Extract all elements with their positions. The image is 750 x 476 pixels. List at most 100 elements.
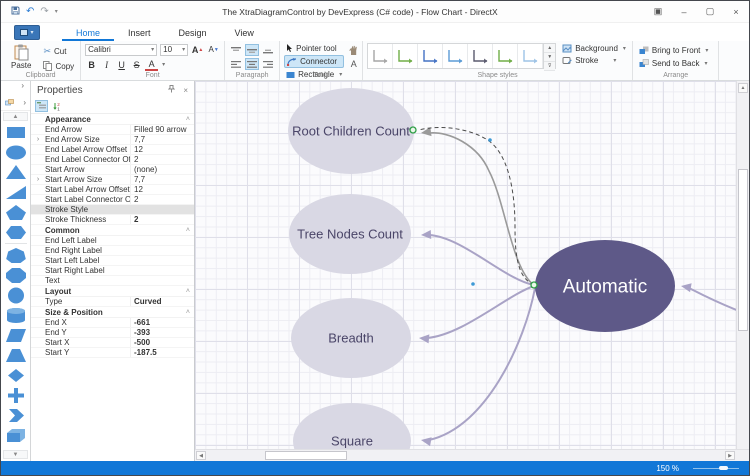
property-value[interactable]: 2 [130,195,194,204]
send-to-back-button[interactable]: Send to Back ▾ [637,58,710,69]
property-value[interactable]: 12 [130,185,194,194]
property-value[interactable]: 7,7 [130,135,194,144]
property-row[interactable]: End X -661 [31,318,194,328]
property-category[interactable]: Appearance ˄ [31,114,194,125]
property-row[interactable]: End Label Arrow Offset 12 [31,145,194,155]
shape-style-item-0[interactable] [368,44,394,68]
connector-automatic-to-square[interactable] [428,287,536,441]
connector-endpoint-handle[interactable] [409,126,417,134]
scroll-up-arrow[interactable]: ▲ [738,83,748,93]
grow-font-button[interactable]: A ▲ [191,43,204,56]
property-category[interactable]: Layout ˄ [31,286,194,297]
property-row[interactable]: Type Curved [31,297,194,307]
shape-style-item-1[interactable] [393,44,419,68]
stroke-button[interactable]: Stroke ▾ [560,55,628,66]
shape-style-item-4[interactable] [468,44,494,68]
property-value[interactable]: -393 [130,328,194,337]
property-row[interactable]: Start Label Connector Offset2 [31,195,194,205]
toolbox-shape-heptagon[interactable] [4,245,28,265]
shape-style-item-5[interactable] [493,44,519,68]
qat-more-icon[interactable]: ▾ [55,7,58,17]
bold-button[interactable]: B [85,58,98,71]
vertical-scroll-thumb[interactable] [738,169,748,331]
undo-icon[interactable]: ↶ [26,6,34,17]
align-right-button[interactable] [261,58,275,70]
toolbox-shape-cube[interactable] [4,425,28,445]
toolbox-shape-cross[interactable] [4,385,28,405]
toolbox-shape-trapezoid[interactable] [4,345,28,365]
collapse-icon[interactable]: ˄ [186,227,190,234]
property-row[interactable]: End Arrow Filled 90 arrow [31,125,194,135]
toolbox-shape-pentagon[interactable] [4,202,28,222]
property-value[interactable]: Filled 90 arrow [130,125,194,134]
property-value[interactable]: -500 [130,338,194,347]
ribbon-options-icon[interactable]: ▣ [645,6,671,17]
property-value[interactable]: 2 [130,215,194,224]
tab-design[interactable]: Design [165,26,221,41]
scroll-left-arrow[interactable]: ◀ [196,451,206,460]
align-top-button[interactable] [229,44,243,56]
minimize-button[interactable]: – [671,7,697,17]
text-tool-button[interactable]: A [351,59,357,69]
paste-button[interactable]: Paste [7,43,35,71]
collapse-icon[interactable]: ˄ [186,309,190,316]
property-row[interactable]: End Y -393 [31,328,194,338]
pointer-tool-button[interactable]: Pointer tool [284,43,344,54]
toolbox-shape-triangle[interactable] [4,162,28,182]
collapse-icon[interactable]: ˄ [186,288,190,295]
shapes-panel-icon[interactable] [5,98,14,107]
shape-style-item-6[interactable] [518,44,544,68]
toolbox-shape-can[interactable] [4,305,28,325]
property-row[interactable]: › Start Arrow Size 7,7 [31,175,194,185]
application-button[interactable]: ▾ [14,25,40,40]
connector-automatic-to-breadth[interactable] [426,285,535,339]
property-value[interactable]: (none) [130,165,194,174]
shape-style-item-2[interactable] [418,44,444,68]
close-button[interactable]: × [723,7,749,17]
property-row[interactable]: Start Right Label [31,266,194,276]
bring-to-front-button[interactable]: Bring to Front ▾ [637,45,710,56]
zoom-slider-thumb[interactable] [719,466,728,470]
toolbox-expand-icon[interactable]: › [21,81,24,90]
toolbox-scroll-up[interactable]: ▲ [3,112,28,121]
property-row[interactable]: End Right Label [31,246,194,256]
save-icon[interactable] [11,6,20,18]
chevron-down-icon[interactable]: ▾ [162,61,165,68]
toolbox-shape-right-triangle[interactable] [4,182,28,202]
connector-incoming-to-automatic[interactable] [688,287,736,315]
connector-endpoint-handle[interactable] [530,281,538,289]
property-row[interactable]: Start Arrow (none) [31,165,194,175]
align-middle-button[interactable] [245,44,260,56]
property-row[interactable]: Text [31,276,194,286]
tab-insert[interactable]: Insert [114,26,165,41]
property-row[interactable]: Stroke Style [31,205,194,215]
collapse-icon[interactable]: ˄ [186,116,190,123]
align-center-button[interactable] [245,58,260,70]
strikethrough-button[interactable]: S [130,58,143,71]
property-row[interactable]: Start Y -187.5 [31,348,194,358]
chevron-right-icon[interactable]: › [23,98,26,107]
toolbox-shape-rectangle[interactable] [4,122,28,142]
tab-home[interactable]: Home [62,26,115,41]
property-row[interactable]: End Label Connector Offset2 [31,155,194,165]
gallery-up-icon[interactable]: ▲ [544,44,556,53]
tab-view[interactable]: View [221,26,268,41]
property-value[interactable]: -187.5 [130,348,194,357]
connector-waypoint-handle[interactable] [488,138,492,142]
italic-button[interactable]: I [100,58,113,71]
horizontal-scroll-thumb[interactable] [265,451,347,460]
toolbox-shape-octagon[interactable] [4,265,28,285]
property-row[interactable]: › End Arrow Size 7,7 [31,135,194,145]
alphabetical-sort-button[interactable]: 21 [51,100,64,112]
background-button[interactable]: Background ▾ [560,43,628,54]
property-value[interactable]: 2 [130,155,194,164]
copy-button[interactable]: Copy [41,60,76,72]
vertical-scrollbar[interactable]: ▲ [736,81,749,449]
property-row[interactable]: Start Label Arrow Offset 12 [31,185,194,195]
property-value[interactable]: -661 [130,318,194,327]
property-category[interactable]: Size & Position ˄ [31,307,194,318]
pan-tool-icon[interactable] [349,45,358,55]
font-family-combo[interactable]: Calibri ▾ [85,43,158,56]
pin-icon[interactable] [168,85,176,95]
property-row[interactable]: Start Left Label [31,256,194,266]
